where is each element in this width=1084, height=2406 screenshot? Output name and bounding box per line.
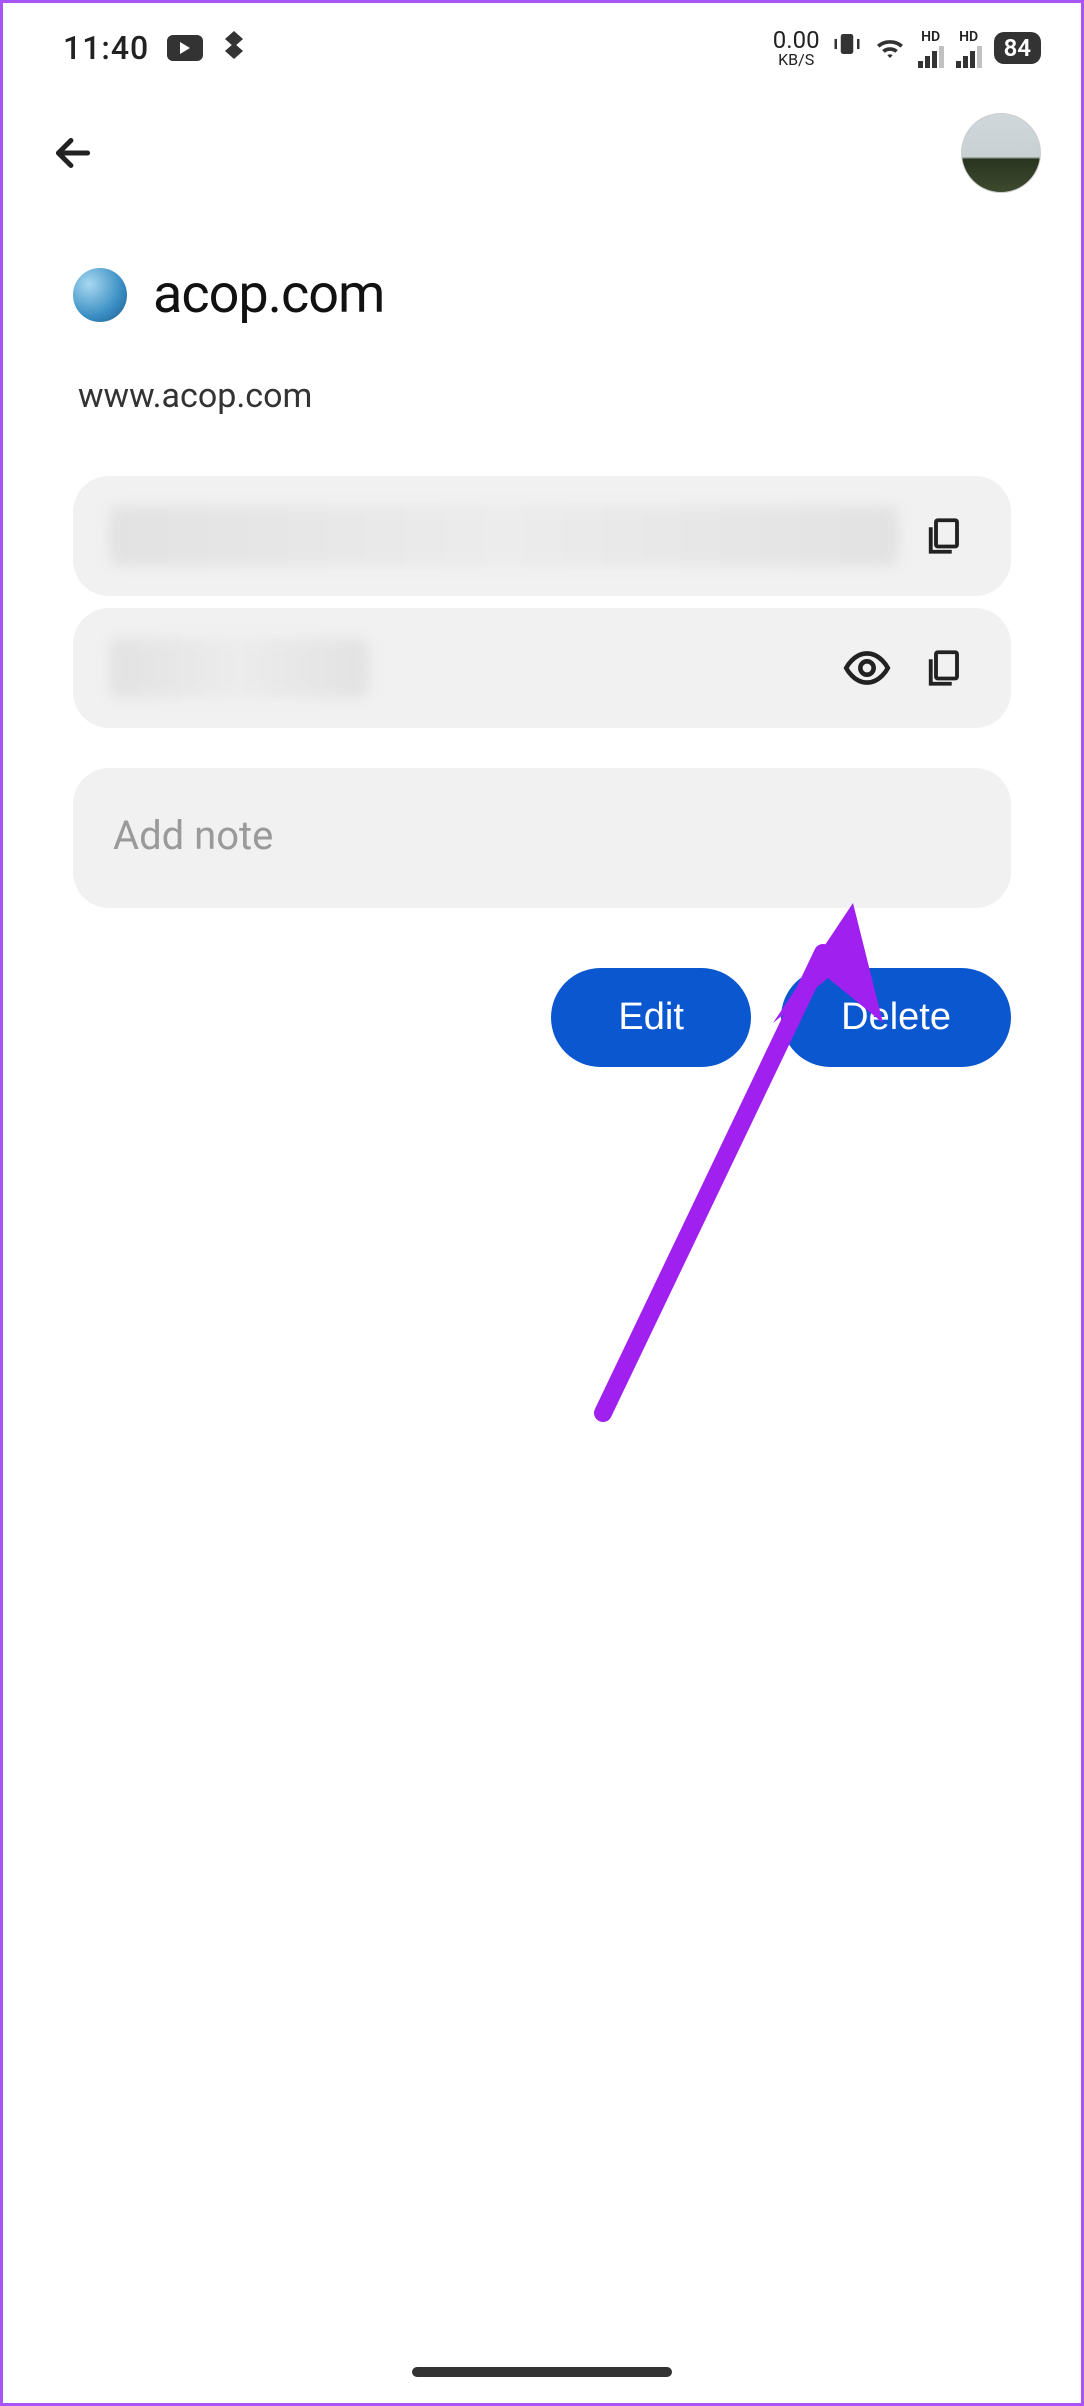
- youtube-icon: [167, 35, 203, 61]
- signal-2: HD: [956, 29, 982, 68]
- back-button[interactable]: [43, 123, 103, 183]
- battery-indicator: 84: [994, 32, 1041, 64]
- app-header: [3, 83, 1081, 213]
- copy-username-button[interactable]: [911, 504, 975, 568]
- signal-1: HD: [918, 29, 944, 68]
- profile-avatar[interactable]: [961, 113, 1041, 193]
- status-bar: 11:40 0.00 KB/S HD HD: [3, 3, 1081, 83]
- note-placeholder: Add note: [113, 812, 971, 859]
- show-password-button[interactable]: [835, 636, 899, 700]
- home-indicator[interactable]: [412, 2367, 672, 2377]
- username-value-redacted: [109, 506, 899, 566]
- action-buttons: Edit Delete: [3, 908, 1081, 1067]
- copy-password-button[interactable]: [911, 636, 975, 700]
- edit-button[interactable]: Edit: [551, 968, 751, 1067]
- username-field[interactable]: [73, 476, 1011, 596]
- site-title-row: acop.com: [3, 213, 1081, 336]
- vibrate-icon: [832, 29, 862, 67]
- site-url: www.acop.com: [3, 336, 1081, 466]
- wifi-icon: [874, 31, 906, 66]
- globe-icon: [73, 268, 127, 322]
- status-time: 11:40: [63, 29, 149, 67]
- app-icon: [221, 29, 247, 67]
- site-name: acop.com: [153, 263, 384, 326]
- password-value-redacted: [109, 638, 369, 698]
- delete-button[interactable]: Delete: [781, 968, 1011, 1067]
- data-rate: 0.00 KB/S: [773, 28, 820, 68]
- note-field[interactable]: Add note: [73, 768, 1011, 908]
- password-field[interactable]: [73, 608, 1011, 728]
